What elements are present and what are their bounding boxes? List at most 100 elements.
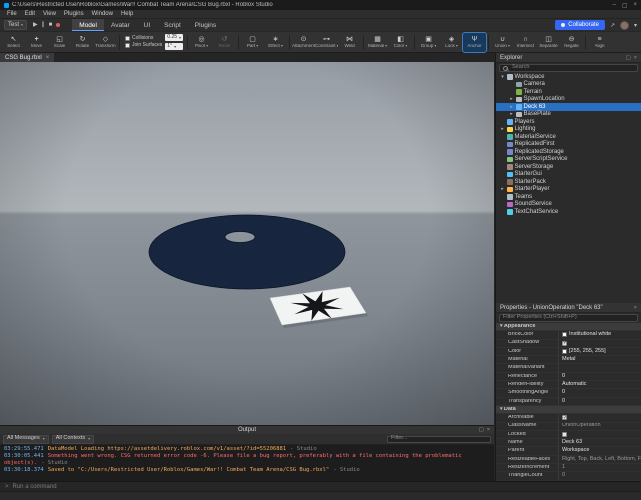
expand-arrow-icon[interactable] [500,186,505,192]
property-row[interactable]: TriangleCount 0 [496,472,641,480]
contexts-filter-dropdown[interactable]: All Contexts ▾ [52,435,94,444]
property-row[interactable]: BrickColor Institutional white [496,331,641,339]
toolbar-button[interactable]: Attachment [292,33,315,52]
close-icon[interactable]: × [634,305,637,311]
property-row[interactable]: Reflectance 0 [496,373,641,381]
explorer-search-input[interactable]: Search [499,64,638,72]
playtest-mode-dropdown[interactable]: Test ▾ [4,20,27,30]
toolbar-button[interactable]: Effect [264,33,287,52]
property-value[interactable]: Deck 63 [558,439,641,446]
minimize-icon[interactable]: – [612,2,615,9]
checkbox[interactable] [562,415,567,420]
property-value[interactable]: 0 [558,389,641,396]
property-row[interactable]: Name Deck 63 [496,439,641,447]
rotate-snap-stepper[interactable]: 1° [165,43,183,50]
ribbon-tab[interactable]: Model [72,19,104,31]
property-value[interactable]: [255, 255, 255] [558,348,641,355]
menu-item[interactable]: Plugins [60,11,88,17]
property-value[interactable]: 0 [558,472,641,479]
property-row[interactable]: Material Metal [496,356,641,364]
close-tab-icon[interactable]: × [46,55,50,61]
union-disc-object[interactable] [149,215,345,289]
tree-item[interactable]: BasePlate [496,111,641,119]
ribbon-tab[interactable]: Plugins [188,19,223,31]
ribbon-tab[interactable]: Script [157,19,188,31]
toolbar-button[interactable]: Separate [537,33,560,52]
command-bar-input[interactable]: > Run a command [0,481,641,491]
toolbar-button[interactable]: Negate [560,33,583,52]
property-row[interactable]: ResizeableFaces Right, Top, Back, Left, … [496,456,641,464]
output-filter-input[interactable]: Filter... [387,436,491,443]
property-value[interactable]: Automatic [558,381,641,388]
dock-icon[interactable]: ▢ [626,55,631,61]
tree-item[interactable]: ServerScriptService [496,156,641,164]
property-row[interactable]: SmoothingAngle 0 [496,389,641,397]
stop-button[interactable]: ■ [49,22,53,28]
tree-item[interactable]: Lighting [496,126,641,134]
toolbar-button[interactable]: Group [417,33,440,52]
tree-item[interactable]: Deck 63 [496,103,641,111]
toolbar-button[interactable]: Part [241,33,264,52]
property-row[interactable]: Archivable [496,414,641,422]
checkbox[interactable] [562,432,567,437]
tree-item[interactable]: StarterGui [496,171,641,179]
collisions-toggle[interactable]: Collisions [125,36,162,41]
toolbar-button[interactable]: Union [491,33,514,52]
property-value[interactable]: Institutional white [558,331,641,338]
property-row[interactable]: RenderFidelity Automatic [496,381,641,389]
toolbar-button[interactable]: Rotate [71,33,94,52]
tree-item[interactable]: ReplicatedFirst [496,141,641,149]
toolbar-button[interactable]: Scale [48,33,71,52]
toolbar-button[interactable]: Reset [213,33,236,52]
output-log[interactable]: 03:29:55.471DataModel Loading https://as… [0,445,494,481]
tree-item[interactable]: Players [496,118,641,126]
tree-item[interactable]: TextChatService [496,208,641,215]
close-icon[interactable]: × [634,55,637,61]
tree-item[interactable]: StarterPlayer [496,186,641,194]
ribbon-tab[interactable]: UI [137,19,158,31]
tree-item[interactable]: ReplicatedStorage [496,148,641,156]
property-value[interactable]: 0 [558,373,641,380]
maximize-icon[interactable]: ▢ [622,2,628,9]
property-row[interactable]: CastShadow [496,340,641,348]
tree-item[interactable]: SoundService [496,201,641,209]
menu-item[interactable]: View [39,11,60,17]
checkbox[interactable] [562,341,567,346]
toolbar-button[interactable] [289,35,290,50]
tree-item[interactable]: Workspace [496,73,641,81]
tree-item[interactable]: StarterPack [496,178,641,186]
tree-item[interactable]: SpawnLocation [496,96,641,104]
toolbar-button[interactable]: Anchor [463,33,486,52]
property-row[interactable]: MaterialVariant [496,364,641,372]
menu-item[interactable]: File [3,11,21,17]
property-row[interactable]: Transparency 0 [496,398,641,406]
join-surfaces-toggle[interactable]: Join Surfaces [125,43,162,48]
expand-arrow-icon[interactable] [500,126,505,132]
toolbar-button[interactable]: Move [25,33,48,52]
toolbar-button[interactable]: Transform [94,33,117,52]
property-value[interactable] [558,431,641,438]
property-row[interactable]: Locked [496,431,641,439]
share-icon[interactable]: ↗ [610,22,615,29]
move-snap-stepper[interactable]: 0.25 [165,34,183,41]
toolbar-button[interactable]: Weld [338,33,361,52]
menu-item[interactable]: Edit [21,11,39,17]
tree-item[interactable]: Camera [496,81,641,89]
ribbon-tab[interactable]: Avatar [104,19,137,31]
menu-item[interactable]: Window [88,11,117,17]
property-row[interactable]: Appearance [496,323,641,331]
property-value[interactable]: Workspace [558,447,641,454]
document-tab[interactable]: CSG Bug.rbxl × [0,53,54,62]
expand-arrow-icon[interactable] [509,111,514,117]
expand-arrow-icon[interactable] [509,96,514,102]
toolbar-button[interactable] [488,35,489,50]
tree-item[interactable]: MaterialService [496,133,641,141]
close-icon[interactable]: × [633,2,637,9]
tree-item[interactable]: Teams [496,193,641,201]
toolbar-button[interactable]: Lock [440,33,463,52]
record-button[interactable] [56,23,60,27]
property-value[interactable]: Metal [558,356,641,363]
property-row[interactable]: ClassName UnionOperation [496,423,641,431]
property-row[interactable]: Data [496,406,641,414]
properties-filter-input[interactable]: Filter Properties (Ctrl+Shift+P) [499,314,638,322]
